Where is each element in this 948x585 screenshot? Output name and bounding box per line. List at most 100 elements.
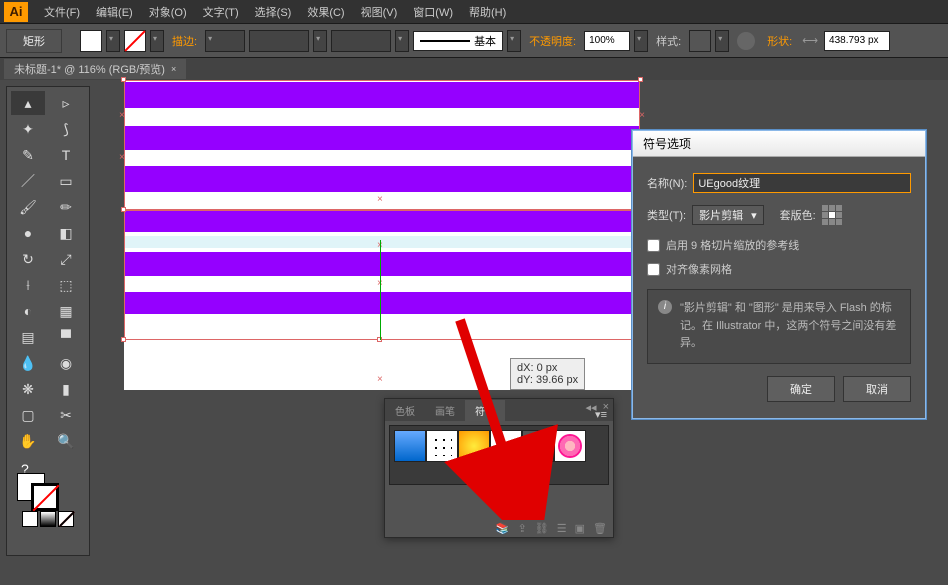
lasso-tool[interactable]: ⟆ [49, 117, 83, 141]
name-label: 名称(N): [647, 175, 687, 191]
pixel-align-checkbox[interactable] [647, 263, 660, 276]
menu-window[interactable]: 窗口(W) [413, 4, 453, 20]
blend-tool[interactable]: ◉ [49, 351, 83, 375]
stroke-dropdown[interactable] [150, 30, 164, 52]
stroke-style-dd[interactable] [507, 30, 521, 52]
document-tab-bar: 未标题-1* @ 116% (RGB/预览) × [0, 58, 948, 80]
mesh-tool[interactable]: ▤ [11, 325, 45, 349]
pen-tool[interactable]: ✎ [11, 143, 45, 167]
symbol-item[interactable] [426, 430, 458, 462]
symbol-item[interactable] [522, 430, 554, 462]
symbol-options-dialog: 符号选项 名称(N): 类型(T): 影片剪辑▾ 套版色: 启用 9 格切片缩放… [632, 130, 926, 419]
gradient-tool[interactable]: ▀ [49, 325, 83, 349]
stroke-profile-dd[interactable] [313, 30, 327, 52]
recolor-icon[interactable] [737, 32, 755, 50]
symbol-name-input[interactable] [693, 173, 911, 193]
menu-effect[interactable]: 效果(C) [307, 4, 344, 20]
opacity-label: 不透明度: [529, 33, 576, 49]
brush-def-dd[interactable] [395, 30, 409, 52]
close-tab-icon[interactable]: × [171, 64, 176, 74]
break-link-icon[interactable]: ⛓ [535, 522, 549, 535]
opacity-dd[interactable] [634, 30, 648, 52]
menu-type[interactable]: 文字(T) [203, 4, 239, 20]
symbol-type-select[interactable]: 影片剪辑▾ [692, 205, 764, 225]
rectangle-tool[interactable]: ▭ [49, 169, 83, 193]
artboard: × × × × × × × × [124, 80, 640, 390]
anchor-mark: × [119, 152, 125, 163]
panel-collapse-icon[interactable]: ◂◂ [586, 401, 597, 414]
magic-wand-tool[interactable]: ✦ [11, 117, 45, 141]
symbol-sprayer-tool[interactable]: ❋ [11, 377, 45, 401]
symbol-item[interactable] [490, 430, 522, 462]
blob-brush-tool[interactable]: ● [11, 221, 45, 245]
selection-handle[interactable] [121, 77, 126, 82]
graphic-style-dd[interactable] [715, 30, 729, 52]
ok-button[interactable]: 确定 [767, 376, 835, 402]
anchor-mark: × [377, 194, 383, 205]
zoom-tool[interactable]: 🔍 [49, 429, 83, 453]
fill-dropdown[interactable] [106, 30, 120, 52]
symbol-library-icon[interactable]: 📚 [496, 522, 510, 535]
menu-edit[interactable]: 编辑(E) [96, 4, 133, 20]
brush-tool[interactable]: 🖌 [11, 195, 45, 219]
shape-builder-tool[interactable]: ◐ [11, 299, 45, 323]
anchor-mark: × [377, 374, 383, 385]
nine-slice-checkbox[interactable] [647, 239, 660, 252]
width-tool[interactable]: ⟊ [11, 273, 45, 297]
cancel-button[interactable]: 取消 [843, 376, 911, 402]
fill-stroke-swatches[interactable]: ? [11, 459, 85, 507]
brush-def[interactable] [331, 30, 391, 52]
eyedropper-tool[interactable]: 💧 [11, 351, 45, 375]
column-graph-tool[interactable]: ▮ [49, 377, 83, 401]
color-mode-swatches[interactable] [11, 511, 85, 527]
selection-tool[interactable]: ▴ [11, 91, 45, 115]
hand-tool[interactable]: ✋ [11, 429, 45, 453]
app-logo: Ai [4, 2, 28, 22]
tab-brushes[interactable]: 画笔 [425, 400, 465, 421]
slice-tool[interactable]: ✂ [49, 403, 83, 427]
direct-selection-tool[interactable]: ▹ [49, 91, 83, 115]
menu-view[interactable]: 视图(V) [361, 4, 398, 20]
artboard-tool[interactable]: ▢ [11, 403, 45, 427]
delete-symbol-icon[interactable]: 🗑 [593, 522, 607, 535]
stroke-weight[interactable] [205, 30, 245, 52]
symbol-options-icon[interactable]: ☰ [557, 522, 567, 535]
style-label: 样式: [656, 33, 681, 49]
registration-grid[interactable] [822, 205, 842, 225]
stroke-style[interactable]: 基本 [413, 31, 503, 51]
document-tab[interactable]: 未标题-1* @ 116% (RGB/预览) × [4, 59, 186, 79]
symbol-item[interactable] [394, 430, 426, 462]
width-input[interactable] [824, 31, 890, 51]
menu-select[interactable]: 选择(S) [255, 4, 292, 20]
fill-swatch[interactable] [80, 30, 102, 52]
symbols-grid[interactable] [389, 425, 609, 485]
selection-outline [124, 210, 640, 340]
type-tool[interactable]: T [49, 143, 83, 167]
tab-swatches[interactable]: 色板 [385, 400, 425, 421]
control-bar: 矩形 描边: 基本 不透明度: 样式: 形状: ⟷ [0, 24, 948, 58]
opacity-input[interactable] [584, 31, 630, 51]
selection-handle[interactable] [121, 337, 126, 342]
stroke-profile[interactable] [249, 30, 309, 52]
free-transform-tool[interactable]: ⬚ [49, 273, 83, 297]
scale-tool[interactable]: ⤢ [49, 247, 83, 271]
selection-handle[interactable] [638, 77, 643, 82]
tab-symbols[interactable]: 符号 [465, 400, 505, 421]
rotate-tool[interactable]: ↻ [11, 247, 45, 271]
menu-object[interactable]: 对象(O) [149, 4, 187, 20]
menu-help[interactable]: 帮助(H) [469, 4, 506, 20]
menu-file[interactable]: 文件(F) [44, 4, 80, 20]
new-symbol-icon[interactable]: ▣ [575, 522, 585, 535]
place-symbol-icon[interactable]: ⇪ [518, 522, 527, 535]
perspective-tool[interactable]: ▦ [49, 299, 83, 323]
graphic-style[interactable] [689, 30, 711, 52]
symbol-item[interactable] [554, 430, 586, 462]
symbol-item[interactable] [458, 430, 490, 462]
stroke-swatch[interactable] [124, 30, 146, 52]
selection-handle[interactable] [121, 207, 126, 212]
line-tool[interactable]: ／ [11, 169, 45, 193]
panel-close-icon[interactable]: × [603, 401, 609, 414]
panel-footer: 📚 ⇪ ⛓ ☰ ▣ 🗑 [496, 522, 607, 535]
eraser-tool[interactable]: ◧ [49, 221, 83, 245]
pencil-tool[interactable]: ✏ [49, 195, 83, 219]
